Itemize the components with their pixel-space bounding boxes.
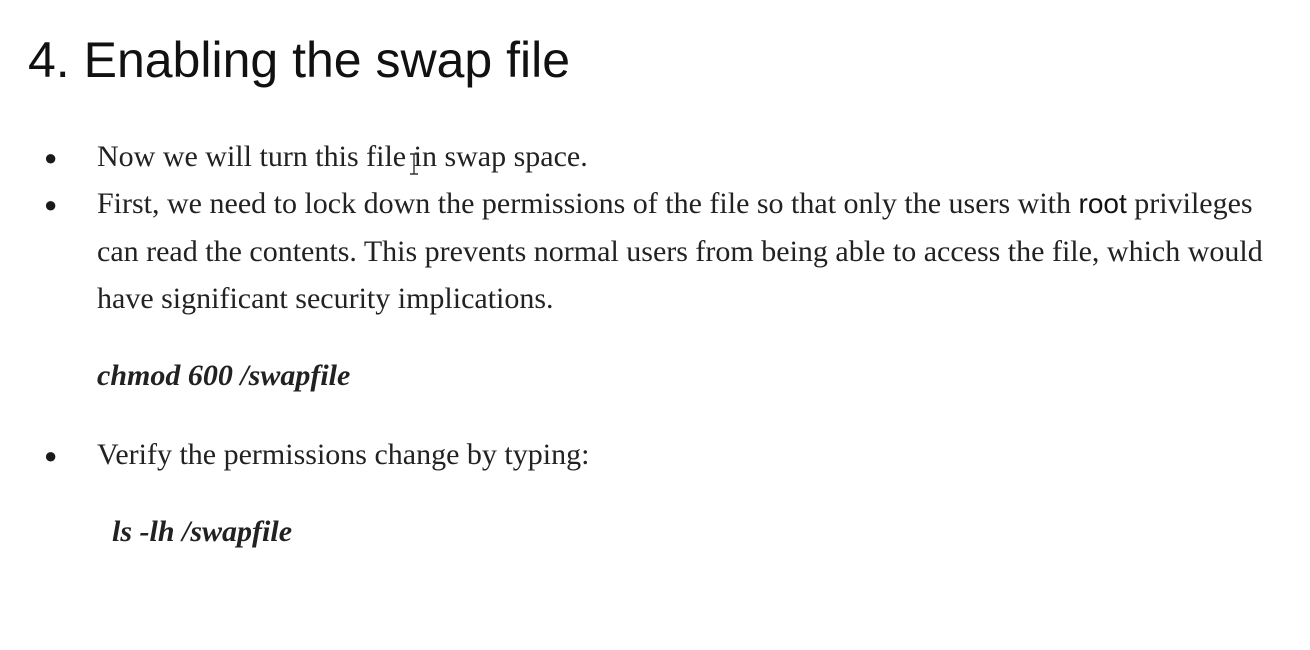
bullet-text-2: First, we need to lock down the permissi… xyxy=(97,180,1297,323)
bullet-marker: ● xyxy=(44,192,58,217)
command-ls: ls -lh /swapfile xyxy=(112,515,293,548)
bullet-text-3: Verify the permissions change by typing: xyxy=(97,438,590,471)
bullet-text-1: Now we will turn this file in swap space… xyxy=(97,140,588,173)
slide: 4. Enabling the swap file ● Now we will … xyxy=(0,0,1310,650)
bullet-marker: ● xyxy=(44,145,58,170)
root-keyword: root xyxy=(1078,188,1127,219)
bullet-text-2-part-1: First, we need to lock down the permissi… xyxy=(97,187,1079,220)
page-title: 4. Enabling the swap file xyxy=(28,32,571,88)
bullet-marker: ● xyxy=(44,443,58,468)
command-chmod: chmod 600 /swapfile xyxy=(97,359,351,392)
